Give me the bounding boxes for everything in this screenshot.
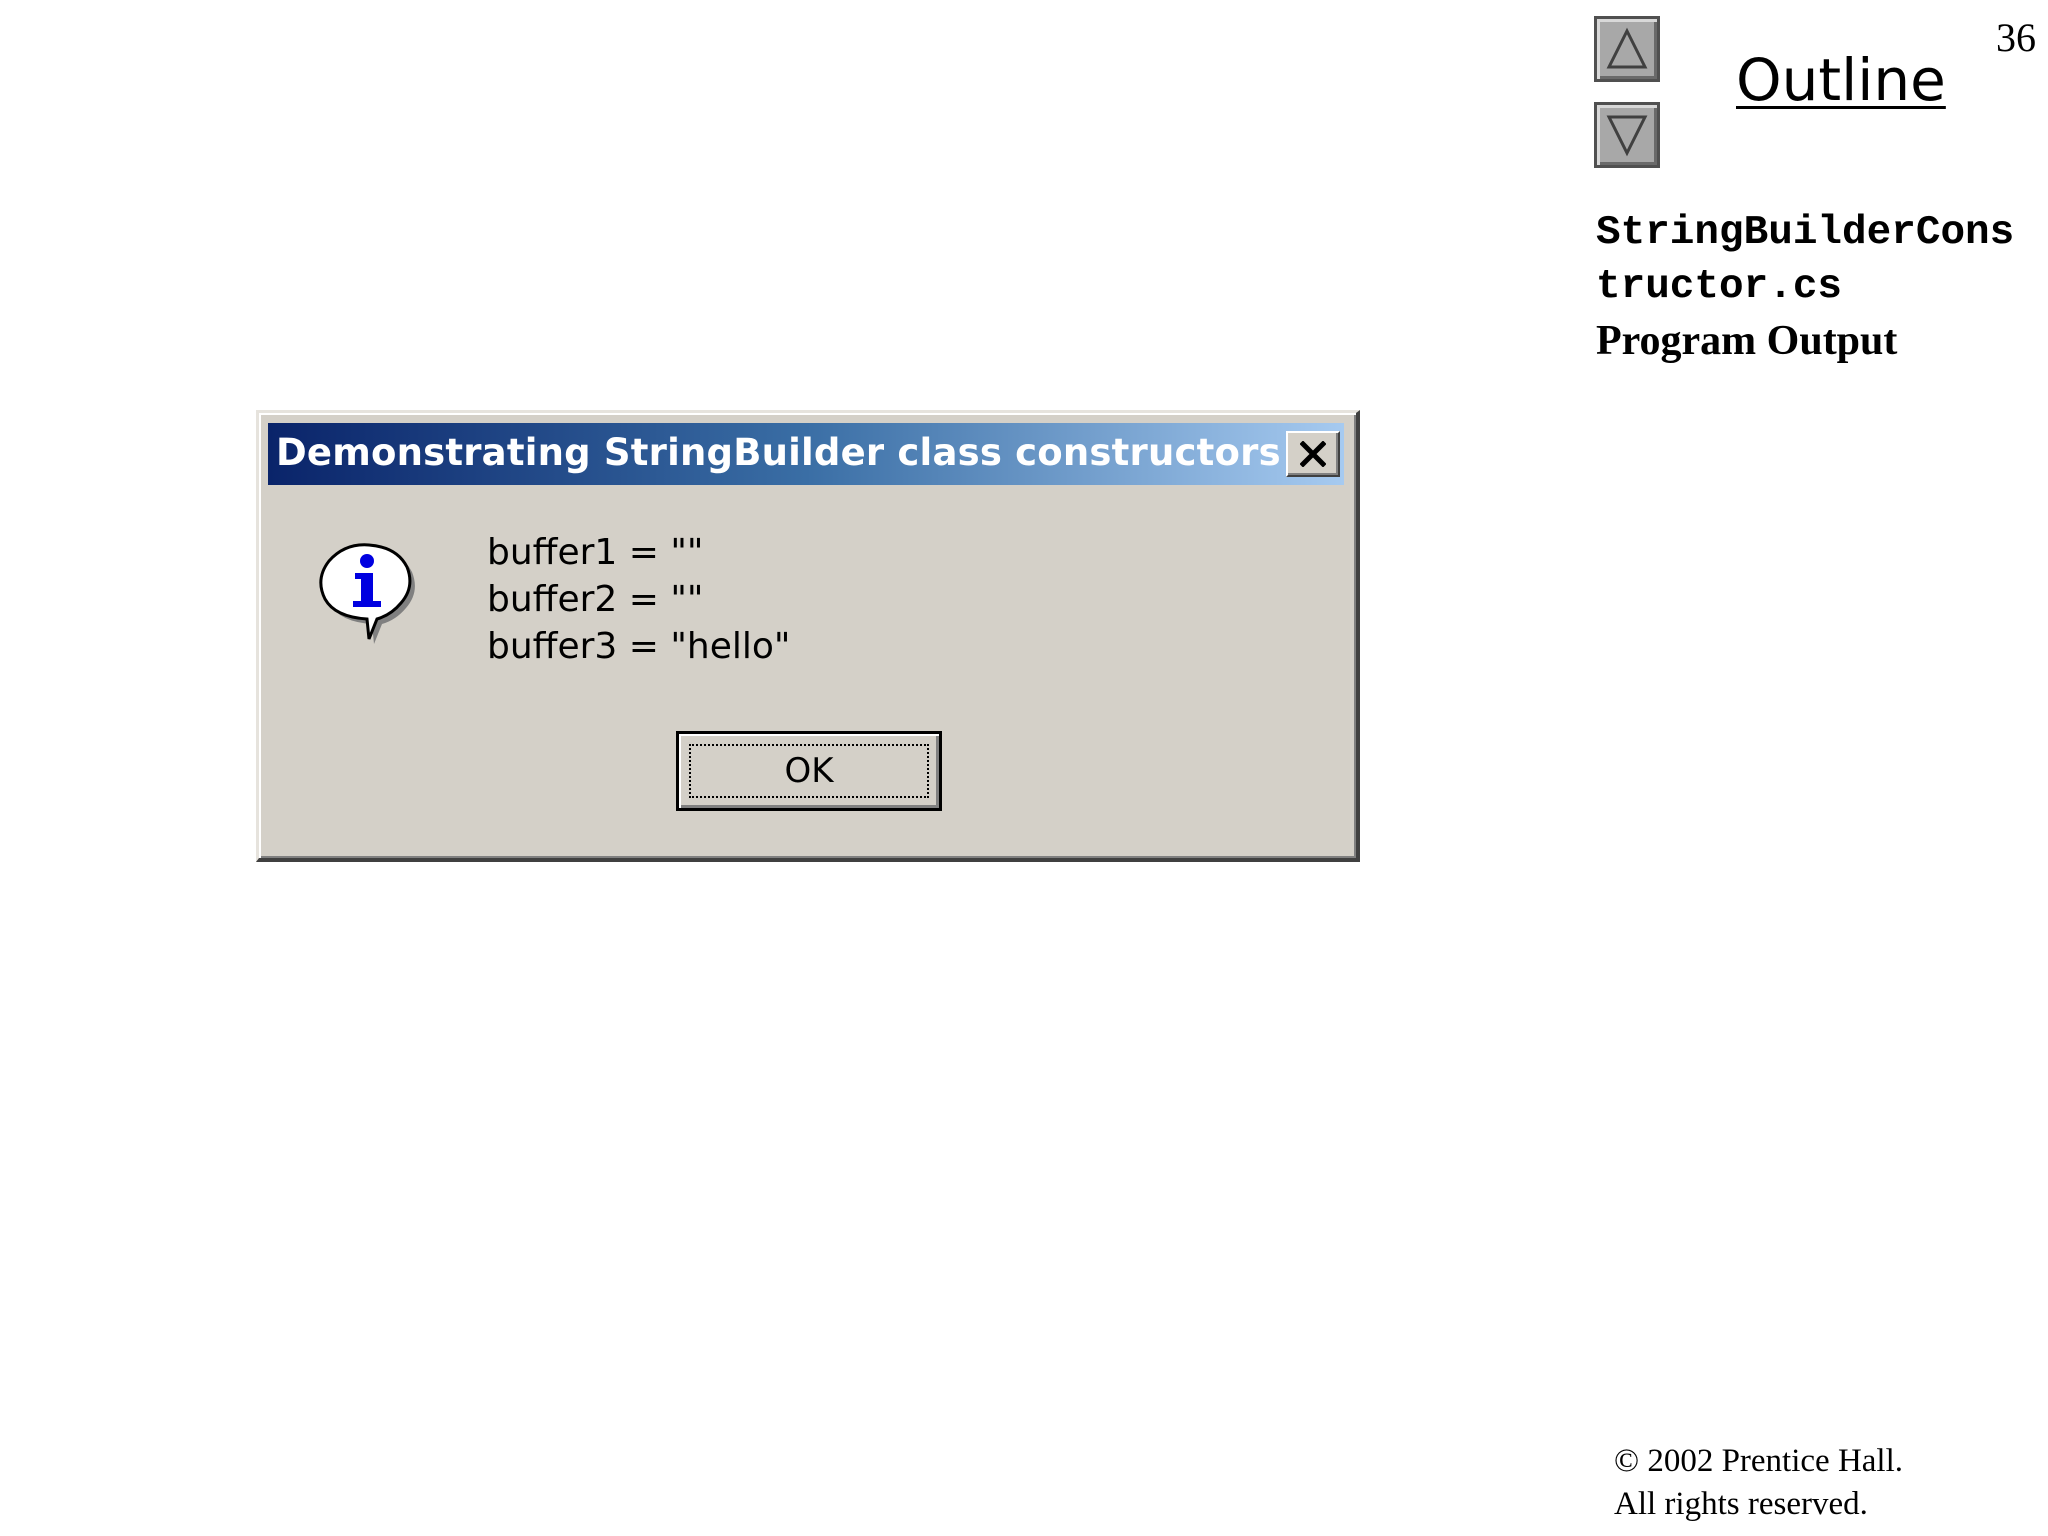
ok-button[interactable]: OK xyxy=(676,731,942,811)
next-slide-button[interactable] xyxy=(1594,102,1660,168)
outline-link[interactable]: Outline xyxy=(1736,46,1946,114)
triangle-up-icon xyxy=(1606,27,1648,69)
file-name: StringBuilderConstructor.cs xyxy=(1596,210,2015,310)
section-label: Program Output xyxy=(1596,318,1898,364)
slide-number: 36 xyxy=(1996,15,2036,60)
info-icon xyxy=(305,527,425,652)
message-line: buffer3 = "hello" xyxy=(487,626,791,667)
copyright-line: All rights reserved. xyxy=(1614,1486,1868,1522)
side-label: StringBuilderConstructor.cs Program Outp… xyxy=(1596,206,2036,368)
copyright-line: © 2002 Prentice Hall. xyxy=(1614,1443,1904,1479)
previous-slide-button[interactable] xyxy=(1594,16,1660,82)
dialog-titlebar[interactable]: Demonstrating StringBuilder class constr… xyxy=(268,423,1344,485)
message-dialog: Demonstrating StringBuilder class constr… xyxy=(256,410,1360,862)
message-line: buffer1 = "" xyxy=(487,532,704,573)
slide: 36 Outline StringBuilderConstructor.cs P… xyxy=(0,0,2048,1536)
dialog-message: buffer1 = "" buffer2 = "" buffer3 = "hel… xyxy=(487,529,791,670)
message-line: buffer2 = "" xyxy=(487,579,704,620)
close-button[interactable] xyxy=(1286,431,1340,477)
close-icon xyxy=(1300,441,1326,467)
copyright: © 2002 Prentice Hall. All rights reserve… xyxy=(1614,1440,1903,1526)
ok-button-label: OK xyxy=(689,744,929,798)
dialog-title: Demonstrating StringBuilder class constr… xyxy=(276,431,1281,474)
triangle-down-icon xyxy=(1606,115,1648,157)
